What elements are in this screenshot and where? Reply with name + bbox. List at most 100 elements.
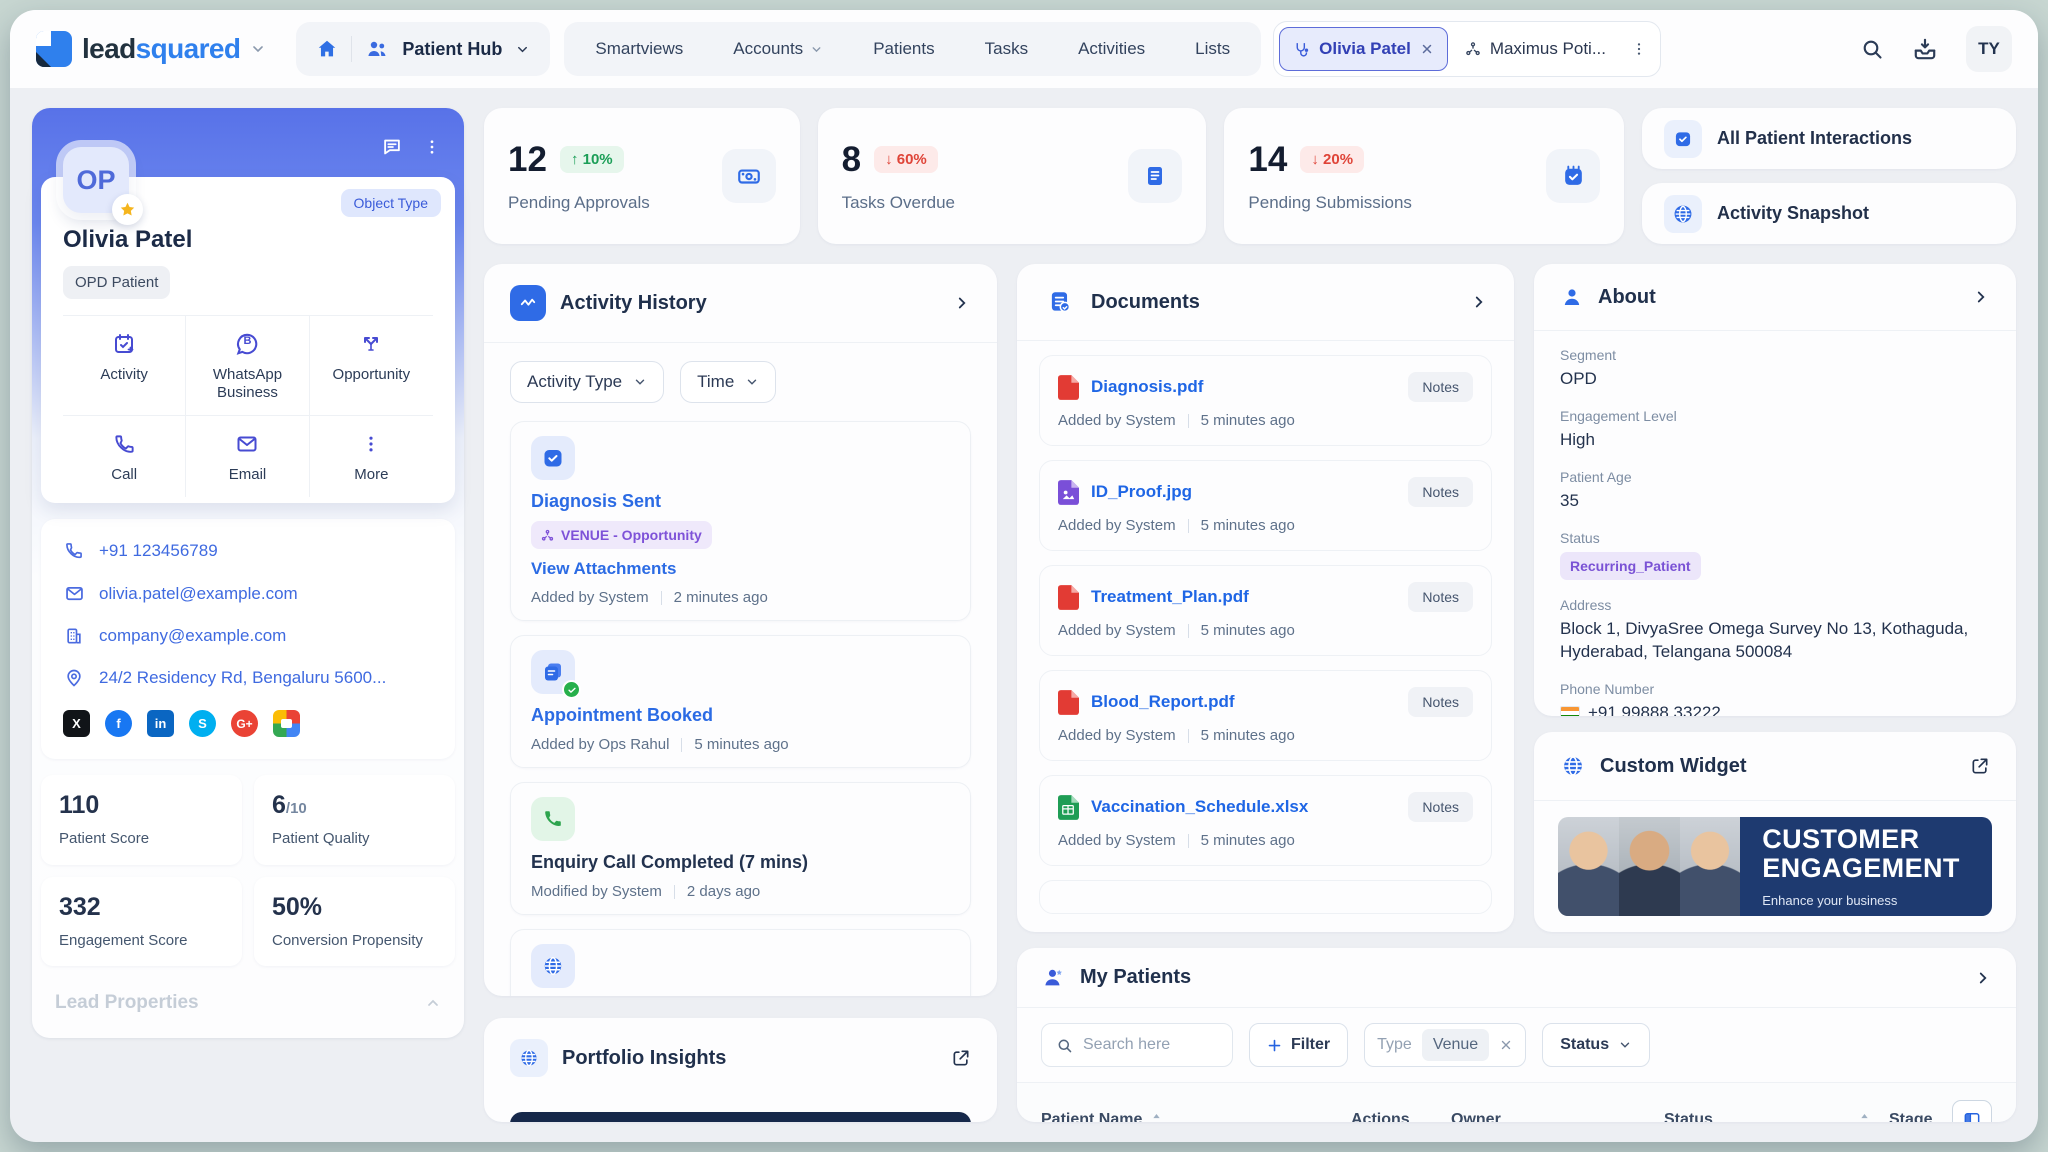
document-name-link[interactable]: Vaccination_Schedule.xlsx: [1091, 797, 1396, 817]
chevron-up-icon: [425, 995, 441, 1011]
google-plus-icon[interactable]: G+: [231, 710, 258, 737]
patients-table-header: Patient Name Actions Owner Status: [1017, 1082, 2016, 1122]
email-icon: [235, 431, 259, 457]
all-patient-interactions-link[interactable]: All Patient Interactions: [1642, 108, 2016, 169]
search-icon[interactable]: [1860, 37, 1884, 61]
open-record-tabs: Olivia Patel Maximus Poti...: [1273, 21, 1661, 77]
quick-links: All Patient Interactions Activity Snapsh…: [1642, 108, 2016, 244]
action-opportunity[interactable]: Opportunity: [310, 316, 433, 416]
nav-item-activities[interactable]: Activities: [1053, 22, 1170, 76]
column-status[interactable]: Status: [1664, 1111, 1889, 1122]
activity-snapshot-link[interactable]: Activity Snapshot: [1642, 183, 2016, 244]
google-chat-icon[interactable]: [273, 710, 300, 737]
nav-item-tasks[interactable]: Tasks: [960, 22, 1053, 76]
filter-button[interactable]: Filter: [1249, 1023, 1348, 1067]
document-name-link[interactable]: Treatment_Plan.pdf: [1091, 587, 1396, 607]
chat-icon[interactable]: [381, 136, 403, 158]
logo-chevron-down-icon[interactable]: [250, 41, 266, 57]
column-stage[interactable]: Stage: [1889, 1111, 1952, 1122]
notes-button[interactable]: Notes: [1408, 477, 1473, 507]
activity-history-card: Activity History Activity Type Ti: [484, 264, 997, 996]
document-row: Blood_Report.pdf Notes Added by System5 …: [1039, 670, 1492, 761]
phone-link[interactable]: +91 123456789: [63, 541, 433, 561]
time-dropdown[interactable]: Time: [680, 361, 776, 403]
address-link[interactable]: 24/2 Residency Rd, Bengaluru 5600...: [63, 668, 433, 688]
sort-icon[interactable]: [1858, 1113, 1871, 1123]
skype-icon[interactable]: S: [189, 710, 216, 737]
cards-row: Activity History Activity Type Ti: [484, 264, 2016, 1122]
lead-properties-toggle[interactable]: Lead Properties: [55, 992, 441, 1014]
my-patients-icon: [1041, 965, 1066, 990]
plus-icon: [1267, 1038, 1282, 1053]
column-patient-name[interactable]: Patient Name: [1041, 1111, 1351, 1122]
chevron-right-icon[interactable]: [1974, 969, 1992, 987]
type-filter-chip[interactable]: Type Venue: [1364, 1023, 1526, 1067]
avatar: OP: [63, 147, 129, 213]
chevron-right-icon[interactable]: [1470, 293, 1488, 311]
column-owner[interactable]: Owner: [1451, 1111, 1664, 1122]
home-icon[interactable]: [316, 38, 338, 60]
action-email[interactable]: Email: [186, 416, 309, 497]
email-link[interactable]: olivia.patel@example.com: [63, 583, 433, 604]
customer-engagement-banner[interactable]: CUSTOMERENGAGEMENT Enhance your business: [1558, 817, 1992, 916]
view-attachments-link[interactable]: View Attachments: [531, 559, 950, 579]
external-link-icon[interactable]: [951, 1048, 971, 1068]
activity-title-link[interactable]: Diagnosis Sent: [531, 491, 950, 512]
activity-title-link[interactable]: Appointment Booked: [531, 705, 950, 726]
column-chooser-icon[interactable]: [1952, 1100, 1992, 1122]
activity-entry: Appointment Booked Added by Ops Rahul5 m…: [510, 635, 971, 768]
document-name-link[interactable]: ID_Proof.jpg: [1091, 482, 1396, 502]
nav-item-lists[interactable]: Lists: [1170, 22, 1255, 76]
patient-hub-switcher[interactable]: Patient Hub: [296, 22, 550, 76]
metric-patient-quality: 6/10 Patient Quality: [254, 775, 455, 865]
tab-olivia-patel[interactable]: Olivia Patel: [1279, 27, 1448, 71]
stat-pending-approvals: 12↑ 10% Pending Approvals: [484, 108, 800, 244]
x-twitter-icon[interactable]: X: [63, 710, 90, 737]
custom-widget-globe-icon: [1560, 753, 1586, 779]
notes-button[interactable]: Notes: [1408, 372, 1473, 402]
sort-icon[interactable]: [1150, 1113, 1163, 1123]
external-link-icon[interactable]: [1970, 756, 1990, 776]
company-email-link[interactable]: company@example.com: [63, 626, 433, 646]
trend-badge: ↓ 60%: [874, 146, 938, 173]
notes-button[interactable]: Notes: [1408, 687, 1473, 717]
map-pin-icon: [63, 668, 85, 688]
action-call[interactable]: Call: [63, 416, 186, 497]
search-input[interactable]: [1083, 1036, 1211, 1054]
notes-button[interactable]: Notes: [1408, 792, 1473, 822]
nav-item-accounts[interactable]: Accounts: [708, 22, 848, 76]
activity-type-dropdown[interactable]: Activity Type: [510, 361, 664, 403]
document-icon: [1128, 149, 1182, 203]
search-box[interactable]: [1041, 1023, 1233, 1067]
trend-badge: ↑ 10%: [560, 146, 624, 173]
spreadsheet-file-icon: [1058, 795, 1079, 820]
status-dropdown[interactable]: Status: [1542, 1023, 1650, 1067]
about-column: About Segment OPD: [1534, 264, 2016, 932]
chevron-right-icon[interactable]: [953, 294, 971, 312]
tab-maximus[interactable]: Maximus Poti...: [1452, 27, 1619, 71]
custom-widget-card: Custom Widget: [1534, 732, 2016, 932]
column-actions[interactable]: Actions: [1351, 1111, 1451, 1122]
opportunity-chip[interactable]: VENUE - Opportunity: [531, 521, 712, 549]
document-name-link[interactable]: Diagnosis.pdf: [1091, 377, 1396, 397]
user-avatar[interactable]: TY: [1966, 26, 2012, 72]
pdf-file-icon: [1058, 585, 1079, 610]
notes-button[interactable]: Notes: [1408, 582, 1473, 612]
tabs-kebab-icon[interactable]: [1623, 41, 1655, 57]
field-status: Status Recurring_Patient: [1560, 530, 1990, 580]
inbox-icon[interactable]: [1912, 36, 1938, 62]
my-patients-card: My Patients: [1017, 948, 2016, 1122]
tab-close-icon[interactable]: [1420, 42, 1434, 56]
linkedin-icon[interactable]: in: [147, 710, 174, 737]
nav-item-patients[interactable]: Patients: [848, 22, 959, 76]
action-whatsapp-business[interactable]: B WhatsApp Business: [186, 316, 309, 416]
facebook-icon[interactable]: f: [105, 710, 132, 737]
document-name-link[interactable]: Blood_Report.pdf: [1091, 692, 1396, 712]
action-more[interactable]: More: [310, 416, 433, 497]
chevron-right-icon[interactable]: [1972, 288, 1990, 306]
action-activity[interactable]: Activity: [63, 316, 186, 416]
remove-filter-icon[interactable]: [1499, 1038, 1513, 1052]
profile-kebab-icon[interactable]: [423, 138, 441, 156]
nav-item-smartviews[interactable]: Smartviews: [570, 22, 708, 76]
topbar-actions: TY: [1860, 26, 2012, 72]
